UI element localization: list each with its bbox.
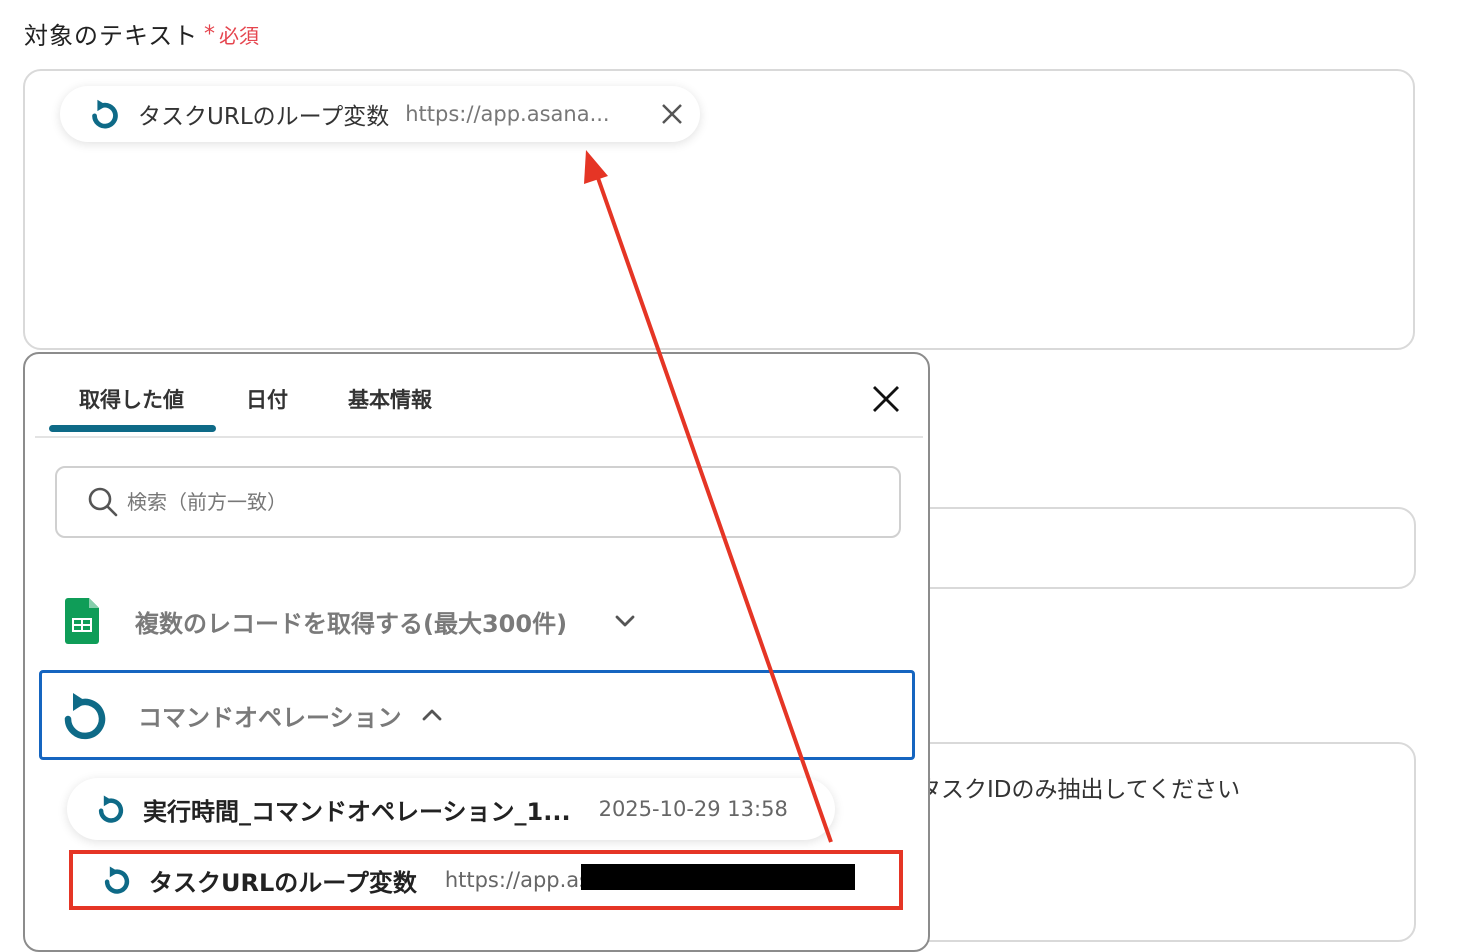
search-box[interactable] [55,466,901,538]
chevron-down-icon[interactable] [613,609,637,633]
chip-value: https://app.asana... [405,102,610,126]
list-item-execution-time[interactable]: 実行時間_コマンドオペレーション_1... 2025-10-29 13:58 [67,778,835,840]
value-picker-panel: 取得した値 日付 基本情報 複数のレコードを取得する(最大300件) [23,352,930,952]
panel-tabs: 取得した値 日付 基本情報 [35,354,923,438]
background-input-field[interactable] [900,507,1416,589]
google-sheets-icon [65,598,99,644]
field-label: 対象のテキスト [24,22,199,50]
tab-basic-info[interactable]: 基本情報 [348,384,432,414]
variable-chip[interactable]: タスクURLのループ変数 https://app.asana... [60,86,700,142]
required-star: * [204,21,215,47]
tab-acquired-values[interactable]: 取得した値 [79,384,184,414]
item-value: https://app.as [444,868,591,892]
item-label: タスクURLのループ変数 [149,868,417,897]
background-textarea-text: タスクIDのみ抽出してください [918,777,1241,803]
list-item-task-url-loop-variable[interactable]: タスクURLのループ変数 https://app.as [69,850,903,910]
group-label: コマンドオペレーション [138,703,402,732]
item-value: 2025-10-29 13:58 [598,797,788,821]
required-text: 必須 [219,24,259,48]
item-label: 実行時間_コマンドオペレーション_1... [143,797,571,826]
search-input[interactable] [125,489,889,515]
group-get-records[interactable]: 複数のレコードを取得する(最大300件) [39,576,915,666]
group-command-operation[interactable]: コマンドオペレーション [39,670,915,760]
chip-label: タスクURLのループ変数 [138,104,390,130]
search-icon [88,487,118,517]
close-icon[interactable] [871,384,901,414]
required-indicator: * 必須 [204,20,259,49]
close-icon[interactable] [658,100,686,128]
loop-icon [104,866,130,894]
loop-icon [92,99,118,129]
loop-icon [64,693,106,740]
tab-date[interactable]: 日付 [246,384,288,414]
active-tab-indicator [49,425,216,432]
group-label: 複数のレコードを取得する(最大300件) [135,609,568,638]
chevron-up-icon[interactable] [420,703,444,727]
redaction-bar [581,864,855,890]
loop-icon [98,795,124,823]
